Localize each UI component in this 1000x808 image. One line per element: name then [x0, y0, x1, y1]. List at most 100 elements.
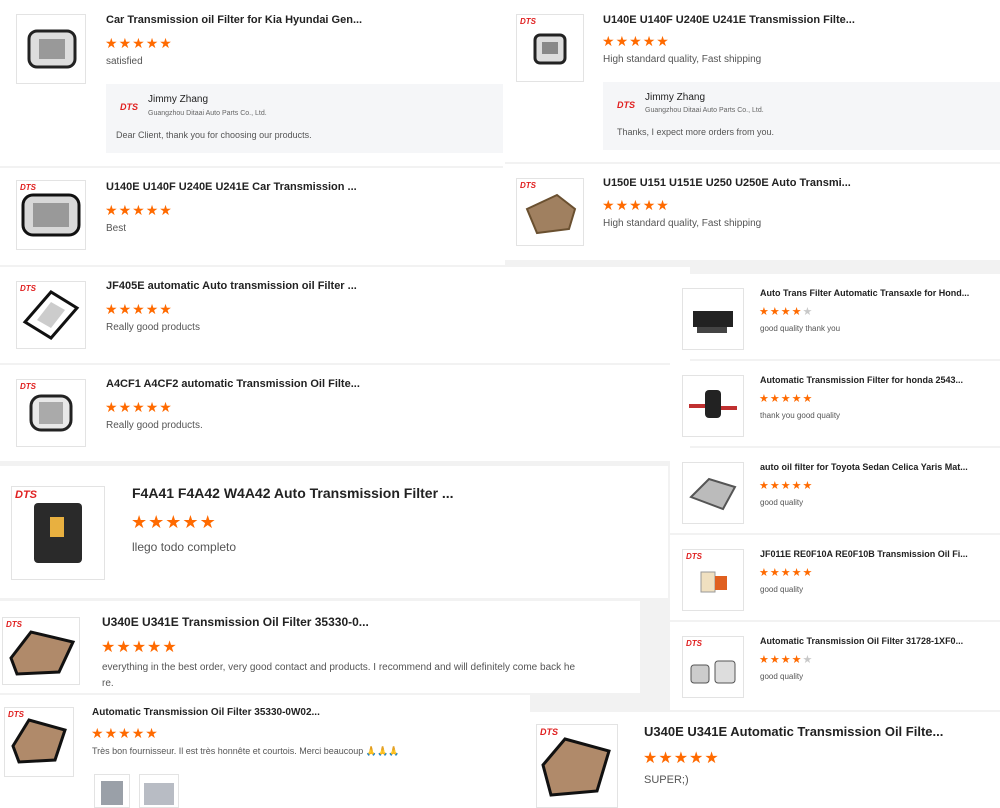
star-filled-icon: ★ — [759, 306, 770, 318]
product-thumbnail[interactable]: DTS — [682, 636, 744, 698]
star-filled-icon: ★ — [791, 654, 803, 666]
star-filled-icon: ★ — [759, 654, 770, 666]
star-filled-icon: ★ — [802, 567, 814, 579]
star-filled-icon: ★ — [132, 399, 146, 415]
star-filled-icon: ★ — [769, 654, 781, 666]
filter-image-icon — [689, 477, 737, 511]
star-filled-icon: ★ — [769, 306, 781, 318]
rating-stars: ★★★★★ — [105, 399, 173, 416]
star-filled-icon: ★ — [780, 480, 792, 492]
product-thumbnail[interactable] — [682, 288, 744, 350]
product-title[interactable]: U340E U341E Automatic Transmission Oil F… — [644, 724, 943, 739]
star-filled-icon: ★ — [147, 639, 163, 656]
product-thumbnail[interactable]: DTS — [536, 724, 618, 808]
review-comment: Really good products — [106, 322, 200, 333]
star-filled-icon: ★ — [118, 399, 133, 415]
star-filled-icon: ★ — [629, 33, 643, 49]
product-title[interactable]: A4CF1 A4CF2 automatic Transmission Oil F… — [106, 378, 360, 390]
seller-reply: DTS Jimmy Zhang Guangzhou Ditaai Auto Pa… — [603, 82, 1000, 150]
product-thumbnail[interactable]: DTS — [2, 617, 80, 685]
star-filled-icon: ★ — [629, 197, 643, 213]
product-thumbnail[interactable]: DTS — [16, 281, 86, 349]
seller-name: Jimmy Zhang — [645, 92, 706, 103]
product-title[interactable]: Automatic Transmission Oil Filter 31728-… — [760, 636, 963, 646]
product-thumbnail[interactable] — [682, 375, 744, 437]
product-title[interactable]: JF011E RE0F10A RE0F10B Transmission Oil … — [760, 549, 968, 559]
star-filled-icon: ★ — [101, 639, 117, 656]
rating-stars: ★★★★★ — [131, 512, 217, 533]
product-title[interactable]: JF405E automatic Auto transmission oil F… — [106, 280, 357, 292]
star-filled-icon: ★ — [780, 654, 792, 666]
star-filled-icon: ★ — [602, 197, 616, 213]
star-filled-icon: ★ — [118, 725, 132, 741]
star-filled-icon: ★ — [791, 567, 803, 579]
product-title[interactable]: F4A41 F4A42 W4A42 Auto Transmission Filt… — [132, 485, 454, 501]
rating-stars: ★★★★★ — [105, 202, 173, 219]
review-card: DTS U140E U140F U240E U241E Car Transmis… — [0, 168, 505, 265]
product-title[interactable]: Auto Trans Filter Automatic Transaxle fo… — [760, 288, 969, 298]
brand-logo: DTS — [686, 552, 702, 561]
star-filled-icon: ★ — [159, 301, 173, 317]
review-card: Automatic Transmission Filter for honda … — [670, 361, 1000, 446]
product-thumbnail[interactable]: DTS — [11, 486, 105, 580]
star-filled-icon: ★ — [802, 480, 814, 492]
product-thumbnail[interactable]: DTS — [682, 549, 744, 611]
product-thumbnail[interactable]: DTS — [16, 379, 86, 447]
review-comment: High standard quality, Fast shipping — [603, 54, 762, 65]
star-filled-icon: ★ — [105, 399, 119, 415]
star-filled-icon: ★ — [145, 202, 160, 218]
product-title[interactable]: U340E U341E Transmission Oil Filter 3533… — [102, 615, 369, 629]
review-comment: satisfied — [106, 56, 143, 67]
product-title[interactable]: Automatic Transmission Filter for honda … — [760, 375, 963, 385]
product-thumbnail[interactable]: DTS — [16, 180, 86, 250]
brand-logo: DTS — [20, 382, 36, 391]
star-filled-icon: ★ — [759, 393, 770, 405]
review-photo[interactable] — [139, 774, 179, 808]
star-filled-icon: ★ — [118, 301, 133, 317]
product-thumbnail[interactable] — [682, 462, 744, 524]
review-card: auto oil filter for Toyota Sedan Celica … — [670, 448, 1000, 533]
photo-image-icon — [101, 781, 123, 805]
product-thumbnail[interactable]: DTS — [4, 707, 74, 777]
star-filled-icon: ★ — [780, 393, 792, 405]
filter-image-icon — [693, 311, 733, 333]
rating-stars: ★★★★★ — [759, 566, 813, 579]
star-filled-icon: ★ — [145, 301, 160, 317]
brand-logo: DTS — [520, 181, 536, 190]
star-filled-icon: ★ — [131, 512, 149, 532]
star-filled-icon: ★ — [159, 399, 173, 415]
product-title[interactable]: U150E U151 U151E U250 U250E Auto Transmi… — [603, 177, 851, 189]
rating-stars: ★★★★★ — [602, 33, 670, 50]
product-title[interactable]: Car Transmission oil Filter for Kia Hyun… — [106, 14, 362, 26]
review-photo[interactable] — [94, 774, 130, 808]
star-filled-icon: ★ — [602, 33, 616, 49]
rating-stars: ★★★★★ — [101, 637, 178, 657]
star-filled-icon: ★ — [131, 725, 146, 741]
review-card: DTS U140E U140F U240E U241E Transmission… — [503, 0, 1000, 162]
star-filled-icon: ★ — [780, 306, 792, 318]
review-card: Auto Trans Filter Automatic Transaxle fo… — [670, 274, 1000, 359]
rating-stars: ★★★★★ — [91, 725, 159, 742]
star-filled-icon: ★ — [159, 35, 173, 51]
star-filled-icon: ★ — [769, 567, 781, 579]
review-card: DTS U340E U341E Transmission Oil Filter … — [0, 601, 640, 693]
product-title[interactable]: auto oil filter for Toyota Sedan Celica … — [760, 462, 968, 472]
star-filled-icon: ★ — [91, 725, 105, 741]
star-filled-icon: ★ — [642, 33, 657, 49]
rating-stars: ★★★★★ — [759, 479, 813, 492]
brand-logo: DTS — [15, 489, 37, 501]
review-comment: good quality — [760, 498, 804, 507]
filter-image-icon — [689, 390, 737, 418]
star-filled-icon: ★ — [165, 512, 183, 532]
product-title[interactable]: U140E U140F U240E U241E Car Transmission… — [106, 181, 357, 193]
product-thumbnail[interactable]: DTS — [516, 14, 584, 82]
product-title[interactable]: Automatic Transmission Oil Filter 35330-… — [92, 707, 320, 718]
star-filled-icon: ★ — [182, 512, 200, 532]
review-card: DTS JF011E RE0F10A RE0F10B Transmission … — [670, 535, 1000, 620]
rating-stars: ★★★★★ — [759, 653, 813, 666]
product-title[interactable]: U140E U140F U240E U241E Transmission Fil… — [603, 14, 855, 26]
product-thumbnail[interactable] — [16, 14, 86, 84]
rating-stars: ★★★★★ — [759, 305, 813, 318]
product-thumbnail[interactable]: DTS — [516, 178, 584, 246]
filter-image-icon — [541, 737, 611, 797]
